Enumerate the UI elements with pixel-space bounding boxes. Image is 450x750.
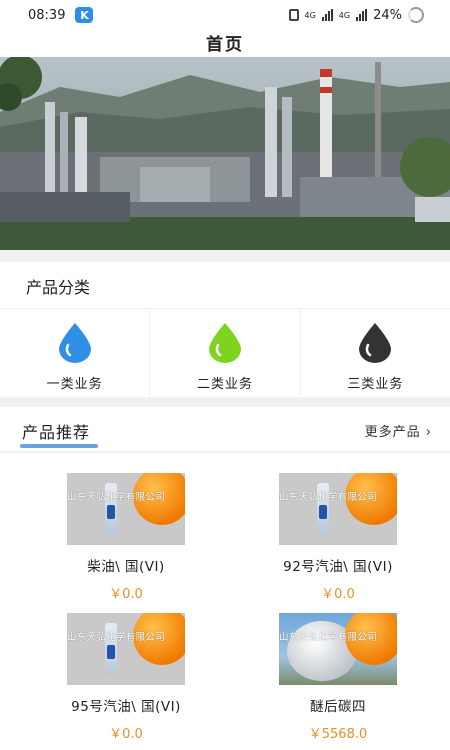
recommend-underline [20, 444, 98, 448]
category-item-3[interactable]: 三类业务 [301, 309, 450, 397]
product-card[interactable]: 山东天弘化学有限公司 醚后碳四 ￥5568.0 [238, 613, 438, 742]
more-products-label: 更多产品 [364, 425, 421, 440]
category-label: 一类业务 [46, 377, 103, 392]
product-watermark: 山东天弘化学有限公司 [67, 632, 166, 643]
product-watermark: 山东天弘化学有限公司 [279, 492, 378, 503]
product-name: 柴油\ 国(VI) [87, 559, 165, 575]
app-notification-icon: K [75, 7, 94, 23]
banner-image[interactable] [0, 57, 450, 250]
product-grid: 山东天弘化学有限公司 柴油\ 国(VI) ￥0.0 山东天弘化学有限公司 92号… [0, 453, 450, 750]
clock: 08:39 [28, 7, 66, 23]
product-price: ￥0.0 [109, 587, 143, 602]
product-watermark: 山东天弘化学有限公司 [67, 492, 166, 503]
black-drop-icon [359, 323, 392, 363]
green-drop-icon [208, 323, 241, 363]
product-price: ￥0.0 [321, 587, 355, 602]
blue-drop-icon [58, 323, 91, 363]
product-name: 95号汽油\ 国(VI) [71, 699, 181, 715]
network-type-b: 4G [338, 10, 351, 20]
product-image: 山东天弘化学有限公司 [279, 473, 397, 545]
category-label: 三类业务 [347, 377, 404, 392]
product-price: ￥0.0 [109, 727, 143, 742]
category-item-2[interactable]: 二类业务 [150, 309, 301, 397]
category-label: 二类业务 [196, 377, 253, 392]
recommend-title: 产品推荐 [22, 423, 91, 442]
bottom-nav-edge [0, 742, 450, 750]
product-name: 醚后碳四 [310, 699, 366, 715]
category-list: 一类业务 二类业务 三类业务 [0, 309, 450, 397]
network-type-a: 4G [304, 10, 316, 20]
battery-percent: 24% [373, 7, 402, 23]
vibrate-icon [288, 9, 299, 21]
signal-icon [321, 9, 333, 21]
product-name: 92号汽油\ 国(VI) [283, 559, 393, 575]
product-image: 山东天弘化学有限公司 [67, 613, 185, 685]
category-item-1[interactable]: 一类业务 [0, 309, 151, 397]
product-image: 山东天弘化学有限公司 [67, 473, 185, 545]
battery-icon [408, 7, 424, 23]
product-image: 山东天弘化学有限公司 [279, 613, 397, 685]
chevron-right-icon: › [425, 425, 432, 440]
product-price: ￥5568.0 [308, 727, 368, 742]
product-watermark: 山东天弘化学有限公司 [279, 632, 378, 643]
status-bar: 08:39 K 4G 4G 24% [0, 0, 450, 30]
signal-icon-2 [356, 9, 368, 21]
more-products-link[interactable]: 更多产品 › [365, 421, 432, 440]
page-title: 首页 [0, 30, 450, 57]
product-card[interactable]: 山东天弘化学有限公司 95号汽油\ 国(VI) ￥0.0 [26, 613, 226, 742]
category-section-title: 产品分类 [0, 262, 450, 308]
refinery-illustration [0, 57, 450, 250]
recommend-header: 产品推荐 更多产品 › [0, 407, 450, 452]
product-card[interactable]: 山东天弘化学有限公司 柴油\ 国(VI) ￥0.0 [26, 473, 226, 602]
product-card[interactable]: 山东天弘化学有限公司 92号汽油\ 国(VI) ￥0.0 [238, 473, 438, 602]
